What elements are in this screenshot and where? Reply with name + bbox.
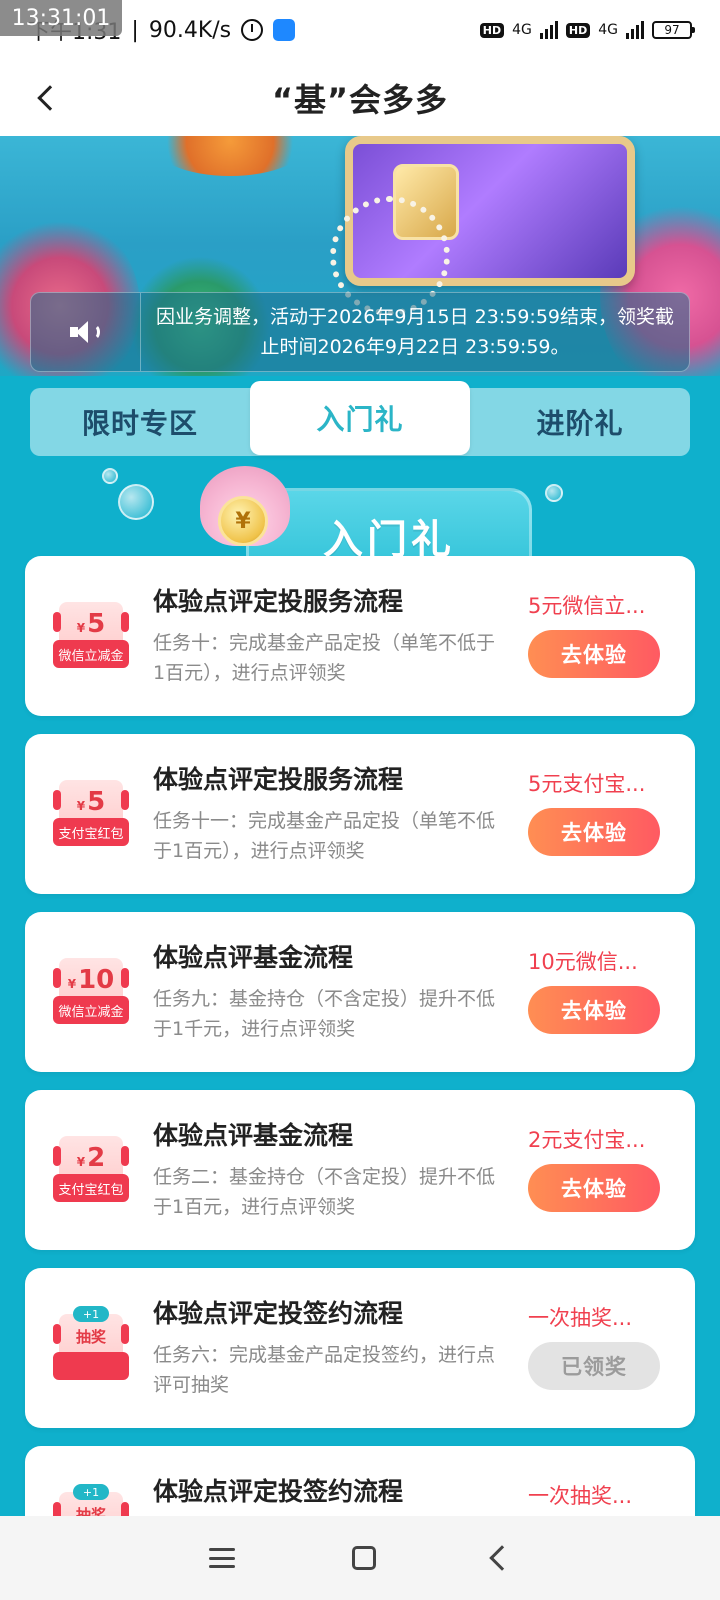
task-card: +1 抽奖 体验点评定投签约流程 任务六：完成基金产品定投签约，进行点评可抽奖 … (25, 1268, 695, 1428)
alarm-icon (241, 19, 264, 41)
lottery-ticket-icon: +1 抽奖 (53, 1306, 129, 1384)
tab-advanced-gift[interactable]: 进阶礼 (470, 388, 690, 456)
page-title: “基”会多多 (271, 81, 449, 119)
try-button[interactable]: 去体验 (528, 986, 660, 1034)
app-header: “基”会多多 (0, 60, 720, 136)
sim2-label: 4G (598, 22, 618, 38)
lottery-base (53, 1352, 129, 1380)
task-title: 体验点评基金流程 (153, 1121, 354, 1150)
try-button[interactable]: 去体验 (528, 630, 660, 678)
reward-amount: 5 (87, 787, 106, 817)
task-title: 体验点评定投签约流程 (153, 1477, 404, 1506)
reward-amount: 5 (87, 609, 106, 639)
reward-coupon-icon: ¥5 微信立减金 (53, 602, 129, 672)
time-overlay: 13:31:01 (0, 0, 122, 36)
notice-bar: 因业务调整，活动于2026年9月15日 23:59:59结束，领奖截止时间202… (30, 292, 690, 372)
claimed-button[interactable]: 已领奖 (528, 1342, 660, 1390)
coin-icon: ¥ (218, 496, 268, 546)
try-button[interactable]: 去体验 (528, 1164, 660, 1212)
reward-amount: 10 (78, 965, 115, 995)
reward-coupon-icon: ¥5 支付宝红包 (53, 780, 129, 850)
reward-name: 一次抽奖... (528, 1484, 633, 1508)
home-icon[interactable] (351, 1546, 376, 1570)
reward-name: 一次抽奖... (528, 1306, 633, 1330)
tab-limited-zone[interactable]: 限时专区 (30, 388, 250, 456)
back-button[interactable] (30, 78, 70, 118)
fish-decoration (150, 136, 310, 176)
reward-type: 支付宝红包 (53, 818, 129, 846)
net-speed: 90.4K/s (148, 17, 232, 43)
bubble-decoration-2 (102, 468, 118, 484)
lottery-label: 抽奖 (75, 1327, 106, 1346)
reward-coupon-icon: ¥10 微信立减金 (53, 958, 129, 1028)
task-card: ¥10 微信立减金 体验点评基金流程 任务九：基金持仓（不含定投）提升不低于1千… (25, 912, 695, 1072)
hd-badge-2: HD (565, 22, 591, 38)
hd-badge: HD (479, 22, 505, 38)
reward-type: 微信立减金 (53, 640, 129, 668)
battery-level: 97 (664, 23, 680, 37)
task-desc: 任务二：基金持仓（不含定投）提升不低于1百元，进行点评领奖 (153, 1166, 496, 1218)
bubble-decoration (118, 484, 154, 520)
speaker-icon (69, 319, 102, 345)
reward-amount: 2 (87, 1143, 106, 1173)
task-title: 体验点评定投服务流程 (153, 765, 404, 794)
tab-starter-gift[interactable]: 入门礼 (250, 381, 470, 455)
notice-text: 因业务调整，活动于2026年9月15日 23:59:59结束，领奖截止时间202… (156, 306, 674, 358)
notification-app-icon (273, 19, 296, 41)
system-nav-bar (0, 1516, 720, 1600)
task-desc: 任务九：基金持仓（不含定投）提升不低于1千元，进行点评领奖 (153, 988, 496, 1040)
task-card: ¥5 支付宝红包 体验点评定投服务流程 任务十一：完成基金产品定投（单笔不低于1… (25, 734, 695, 894)
plus-badge: +1 (73, 1306, 109, 1322)
signal-bars-icon (539, 21, 558, 39)
battery-icon: 97 (652, 21, 695, 39)
reward-type: 微信立减金 (53, 996, 129, 1024)
try-button[interactable]: 去体验 (528, 808, 660, 856)
section-header: 入门礼 ¥ (0, 462, 720, 588)
task-card: ¥2 支付宝红包 体验点评基金流程 任务二：基金持仓（不含定投）提升不低于1百元… (25, 1090, 695, 1250)
task-desc: 任务十一：完成基金产品定投（单笔不低于1百元），进行点评领奖 (153, 810, 496, 862)
bubble-decoration-3 (545, 484, 563, 502)
reward-name: 10元微信... (528, 950, 638, 974)
speaker-icon-wrap[interactable] (31, 293, 141, 371)
task-title: 体验点评定投服务流程 (153, 587, 404, 616)
signal-bars-icon-2 (626, 21, 644, 39)
plus-badge: +1 (73, 1484, 109, 1500)
reward-name: 5元微信立... (528, 594, 646, 618)
status-divider: | (131, 17, 139, 43)
sim1-label: 4G (512, 22, 532, 38)
status-right: HD 4G HD 4G 97 (479, 21, 695, 39)
task-desc: 任务六：完成基金产品定投签约，进行点评可抽奖 (153, 1344, 496, 1396)
back-icon[interactable] (489, 1545, 516, 1571)
task-card: ¥5 微信立减金 体验点评定投服务流程 任务十：完成基金产品定投（单笔不低于1百… (25, 556, 695, 716)
reward-name: 2元支付宝... (528, 1128, 646, 1152)
reward-coupon-icon: ¥2 支付宝红包 (53, 1136, 129, 1206)
chevron-left-icon (37, 85, 63, 111)
task-desc: 任务十：完成基金产品定投（单笔不低于1百元），进行点评领奖 (153, 632, 496, 684)
task-title: 体验点评定投签约流程 (153, 1299, 404, 1328)
tab-bar: 限时专区 入门礼 进阶礼 (30, 381, 690, 456)
reward-name: 5元支付宝... (528, 772, 646, 796)
task-list: ¥5 微信立减金 体验点评定投服务流程 任务十：完成基金产品定投（单笔不低于1百… (25, 556, 695, 1600)
task-title: 体验点评基金流程 (153, 943, 354, 972)
reward-type: 支付宝红包 (53, 1174, 129, 1202)
menu-icon[interactable] (208, 1548, 235, 1568)
